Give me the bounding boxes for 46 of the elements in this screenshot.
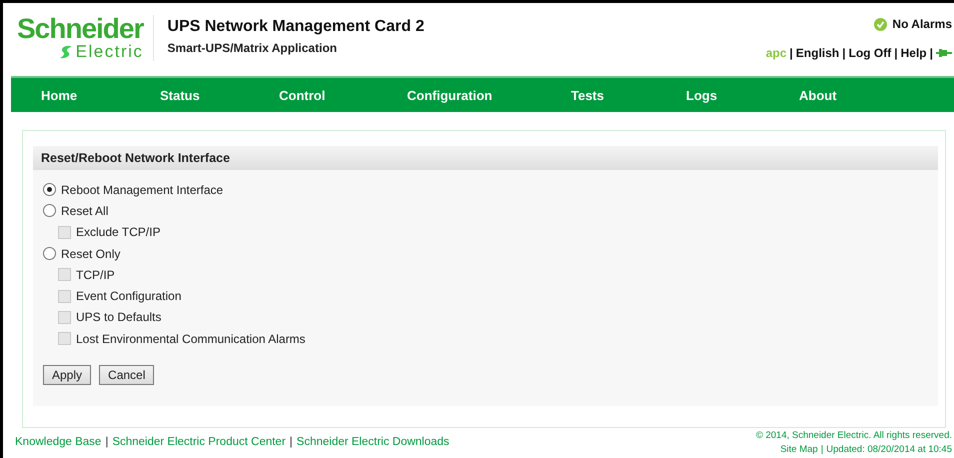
radio-button[interactable] bbox=[43, 247, 56, 260]
nav-tab[interactable]: Home bbox=[41, 88, 160, 102]
updated-text: Updated: 08/20/2014 at 10:45 bbox=[826, 444, 952, 455]
radio-button[interactable] bbox=[43, 183, 56, 196]
app-subtitle: Smart-UPS/Matrix Application bbox=[167, 41, 338, 55]
separator: | bbox=[820, 444, 824, 455]
logo-wordmark: Schneider bbox=[17, 15, 144, 43]
nav-tab[interactable]: About bbox=[799, 88, 918, 102]
separator: | bbox=[790, 46, 793, 60]
header-link[interactable]: Help bbox=[900, 46, 927, 60]
form-button[interactable]: Cancel bbox=[99, 365, 154, 386]
separator: | bbox=[105, 436, 108, 448]
logo-icon bbox=[58, 44, 74, 60]
separator: | bbox=[290, 436, 293, 448]
option-label: Reset Only bbox=[61, 246, 120, 261]
nav-tab[interactable]: Configuration bbox=[407, 88, 571, 102]
user-link[interactable]: apc bbox=[766, 46, 787, 60]
separator: | bbox=[842, 46, 846, 60]
site-map-link[interactable]: Site Map bbox=[780, 444, 818, 455]
header-link[interactable]: English bbox=[796, 46, 840, 60]
alarm-status: No Alarms bbox=[892, 17, 952, 31]
copyright-text: © 2014, Schneider Electric. All rights reserved. bbox=[756, 430, 952, 441]
footer-link[interactable]: Knowledge Base bbox=[15, 436, 102, 448]
option-label: Exclude TCP/IP bbox=[76, 225, 160, 240]
nav-tab[interactable]: Logs bbox=[686, 88, 799, 102]
footer-link[interactable]: Schneider Electric Product Center bbox=[112, 436, 286, 448]
check-icon bbox=[874, 18, 888, 30]
option-label: Event Configuration bbox=[76, 289, 182, 304]
pin-icon[interactable] bbox=[936, 48, 952, 58]
logo-wordmark: Electric bbox=[76, 43, 144, 61]
separator: | bbox=[894, 46, 898, 60]
nav-tab[interactable]: Status bbox=[160, 88, 279, 102]
footer-link[interactable]: Schneider Electric Downloads bbox=[296, 436, 450, 448]
nav-tab[interactable]: Control bbox=[279, 88, 407, 102]
form-button[interactable]: Apply bbox=[43, 365, 92, 386]
header-link[interactable]: Log Off bbox=[848, 46, 892, 60]
app-title: UPS Network Management Card 2 bbox=[167, 18, 424, 36]
radio-button[interactable] bbox=[43, 204, 56, 218]
option-label: Reset All bbox=[61, 204, 108, 218]
option-label: UPS to Defaults bbox=[76, 310, 162, 324]
nav-tab[interactable]: Tests bbox=[571, 88, 686, 102]
option-label: Reboot Management Interface bbox=[61, 182, 224, 197]
separator: | bbox=[930, 46, 933, 60]
option-label: TCP/IP bbox=[76, 268, 115, 282]
option-label: Lost Environmental Communication Alarms bbox=[76, 332, 306, 346]
panel-heading: Reset/Reboot Network Interface bbox=[33, 146, 938, 170]
